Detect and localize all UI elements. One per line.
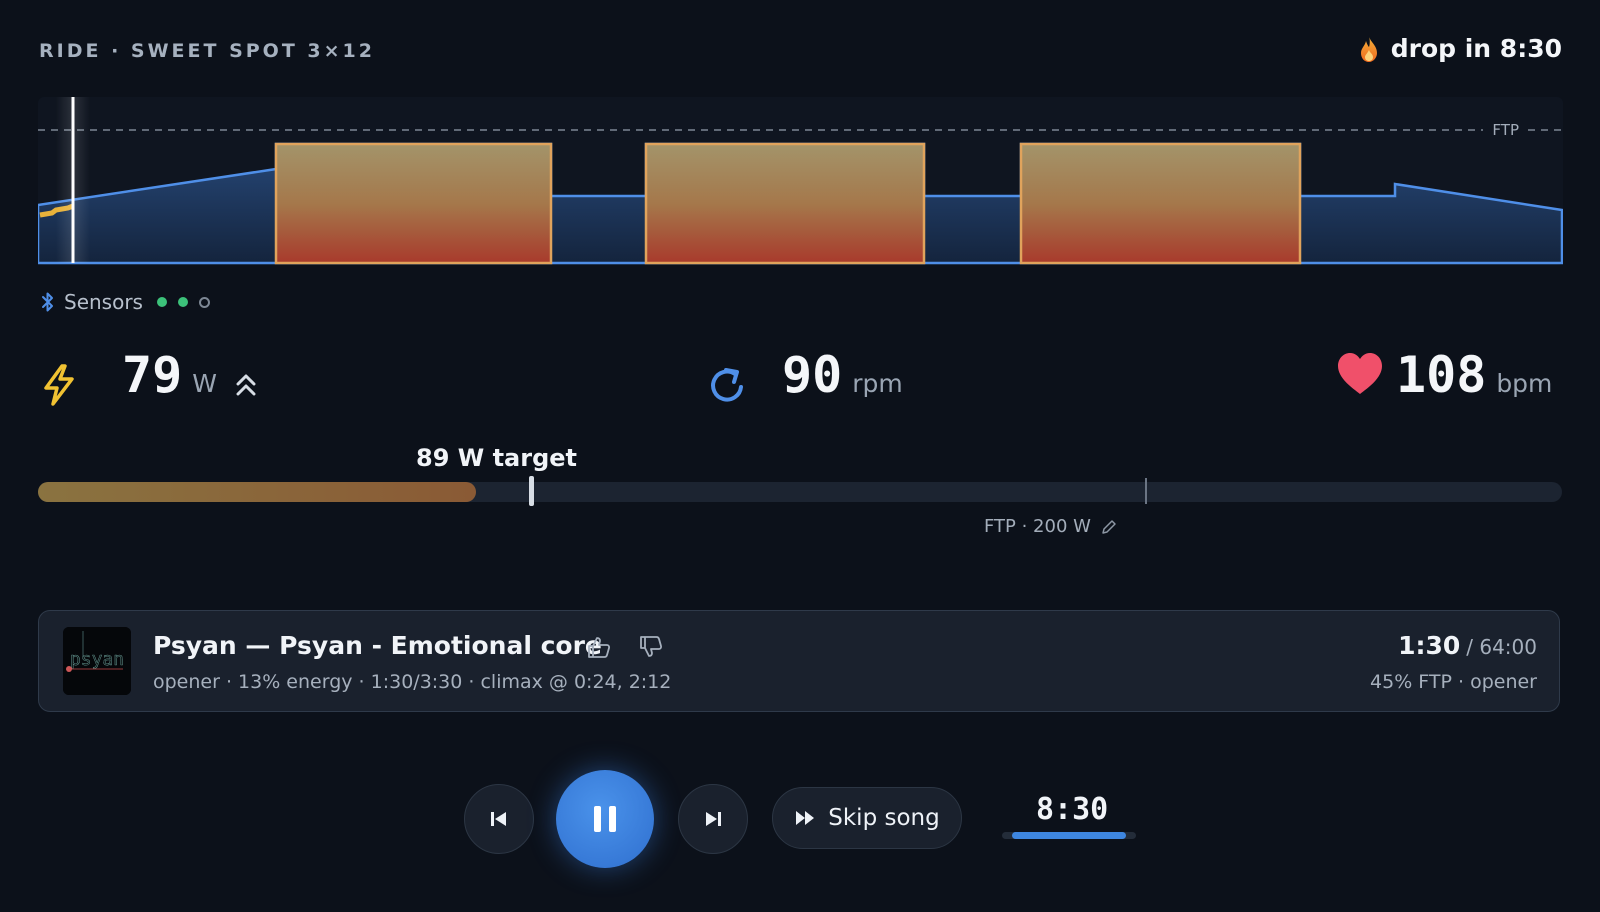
interval-block-3: [1019, 142, 1302, 265]
sensor-dot-power: [156, 297, 167, 307]
heart-rate-unit: bpm: [1496, 369, 1553, 398]
refresh-icon: [708, 365, 748, 409]
skip-song-button[interactable]: Skip song: [772, 787, 962, 849]
workout-title: RIDE · SWEET SPOT 3×12: [39, 40, 375, 62]
thumbs-up-icon[interactable]: [585, 633, 613, 661]
power-target-marker: [529, 476, 535, 506]
cadence-value: 90: [782, 346, 843, 404]
fast-forward-icon: [796, 811, 815, 825]
workout-profile-chart[interactable]: FTP: [38, 97, 1563, 265]
ftp-marker: [1145, 478, 1148, 504]
now-playing-card: psyan Psyan — Psyan - Emotional core ope…: [38, 610, 1560, 712]
svg-text:psyan: psyan: [70, 649, 124, 670]
power-value: 79: [122, 346, 183, 404]
sensors-status[interactable]: Sensors: [40, 290, 213, 314]
thumbs-down-icon[interactable]: [637, 633, 665, 661]
power-target-label: 89 W target: [416, 444, 578, 472]
session-elapsed: 1:30: [1398, 631, 1461, 660]
ftp-setting[interactable]: FTP · 200 W: [984, 516, 1117, 537]
skip-previous-icon: [491, 812, 506, 826]
skip-song-label: Skip song: [828, 805, 940, 831]
ftp-line-label: FTP: [1492, 121, 1519, 139]
pencil-icon[interactable]: [1101, 519, 1117, 535]
drop-countdown-text: drop in 8:30: [1390, 34, 1562, 63]
lightning-icon: [40, 364, 78, 410]
drop-countdown: drop in 8:30: [1357, 34, 1562, 63]
cadence-unit: rpm: [852, 369, 903, 398]
track-zone: 45% FTP · opener: [1370, 671, 1537, 693]
previous-button[interactable]: [464, 784, 534, 854]
ftp-label: FTP · 200 W: [984, 516, 1091, 537]
pause-button[interactable]: [556, 770, 654, 868]
sensor-dot-cadence: [177, 297, 188, 307]
interval-block-1: [274, 142, 553, 265]
cadence-metric: 90 rpm: [782, 346, 903, 404]
skip-next-icon: [706, 812, 721, 826]
heart-rate-metric: 108 bpm: [1396, 346, 1552, 404]
pause-icon: [594, 806, 616, 832]
flame-icon: [1360, 35, 1377, 62]
drop-timer: 8:30: [1036, 792, 1109, 827]
double-chevron-up-icon: [235, 372, 257, 402]
sensor-dot-heart-rate: [198, 296, 210, 308]
album-art: psyan: [63, 627, 131, 695]
next-button[interactable]: [678, 784, 748, 854]
interval-block-2: [644, 142, 926, 265]
timer-progress-fill: [1012, 832, 1126, 839]
bluetooth-icon: [42, 292, 53, 312]
track-rating: [585, 633, 665, 661]
power-metric: 79 W: [122, 346, 217, 404]
heart-icon: [1336, 352, 1384, 400]
power-unit: W: [192, 369, 217, 398]
sensors-label: Sensors: [64, 290, 143, 314]
track-title: Psyan — Psyan - Emotional core: [153, 631, 602, 660]
power-bar-fill: [38, 482, 476, 502]
session-position: 1:30 / 64:00: [1398, 631, 1537, 660]
session-total: / 64:00: [1466, 635, 1537, 659]
track-meta: opener · 13% energy · 1:30/3:30 · climax…: [153, 671, 672, 693]
heart-rate-value: 108: [1396, 346, 1487, 404]
